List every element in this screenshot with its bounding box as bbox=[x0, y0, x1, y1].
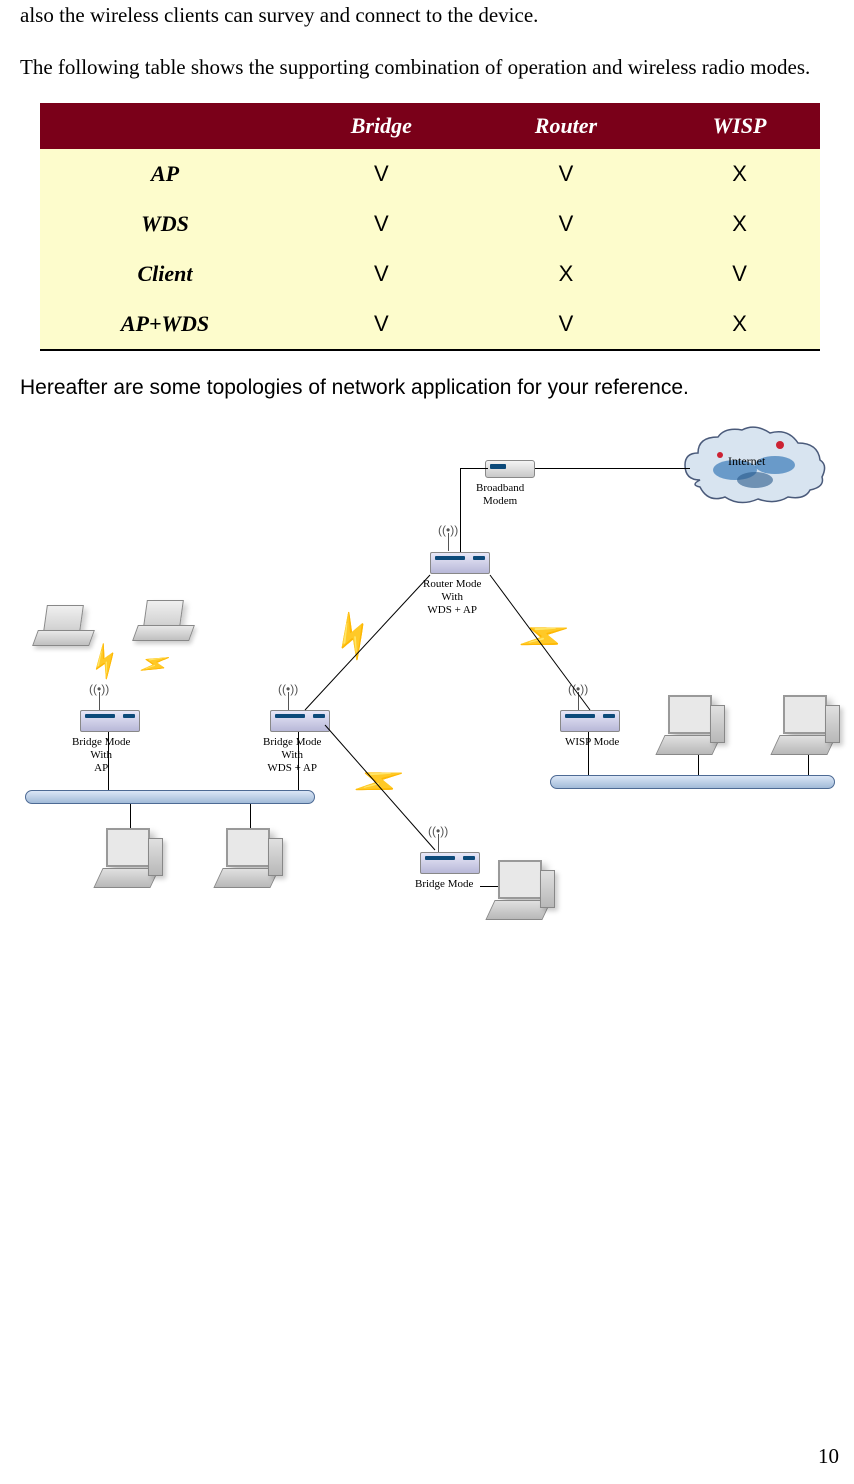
table-row: WDS V V X bbox=[40, 199, 820, 249]
wisp-mode-label: WISP Mode bbox=[565, 736, 619, 749]
cell: X bbox=[473, 249, 659, 299]
modem-icon bbox=[485, 460, 535, 478]
cell: X bbox=[659, 299, 820, 350]
connection-line bbox=[320, 720, 440, 860]
page-number: 10 bbox=[818, 1444, 839, 1469]
th-wisp: WISP bbox=[659, 103, 820, 149]
desktop-tower-icon bbox=[710, 705, 725, 743]
cell: V bbox=[473, 199, 659, 249]
intro-line-2: The following table shows the supporting… bbox=[20, 52, 834, 84]
cell: V bbox=[290, 249, 473, 299]
th-bridge: Bridge bbox=[290, 103, 473, 149]
cell: V bbox=[290, 299, 473, 350]
connection-line bbox=[298, 732, 299, 790]
desktop-tower-icon bbox=[825, 705, 840, 743]
cell: X bbox=[659, 149, 820, 199]
table-header-row: Bridge Router WISP bbox=[40, 103, 820, 149]
th-router: Router bbox=[473, 103, 659, 149]
connection-line bbox=[535, 468, 690, 469]
ethernet-bus-icon bbox=[25, 790, 315, 804]
cell: V bbox=[659, 249, 820, 299]
intro-line-1: also the wireless clients can survey and… bbox=[20, 0, 834, 32]
desktop-tower-icon bbox=[148, 838, 163, 876]
router-icon bbox=[80, 710, 140, 732]
table-row: AP+WDS V V X bbox=[40, 299, 820, 350]
wireless-bolt-icon: ⚡ bbox=[134, 644, 175, 685]
desktop-tower-icon bbox=[268, 838, 283, 876]
connection-line bbox=[485, 570, 595, 715]
row-label: AP+WDS bbox=[40, 299, 290, 350]
laptop-icon bbox=[35, 605, 90, 645]
connection-line bbox=[588, 732, 589, 775]
connection-line bbox=[300, 570, 435, 715]
cell: V bbox=[290, 199, 473, 249]
table-row: Client V X V bbox=[40, 249, 820, 299]
row-label: WDS bbox=[40, 199, 290, 249]
bridge-mode-label: Bridge Mode bbox=[415, 878, 473, 891]
bridge-ap-label: Bridge Mode With AP bbox=[72, 736, 130, 776]
cell: V bbox=[473, 149, 659, 199]
connection-line bbox=[108, 732, 109, 790]
topology-intro: Hereafter are some topologies of network… bbox=[20, 376, 834, 400]
bridge-wds-ap-label: Bridge Mode With WDS + AP bbox=[263, 736, 321, 776]
connection-line bbox=[689, 468, 690, 469]
connection-line bbox=[130, 804, 131, 829]
row-label: AP bbox=[40, 149, 290, 199]
table-row: AP V V X bbox=[40, 149, 820, 199]
cell: X bbox=[659, 199, 820, 249]
cell: V bbox=[290, 149, 473, 199]
desktop-tower-icon bbox=[540, 870, 555, 908]
network-topology-diagram: Internet Broadband Modem ((•)) Router Mo… bbox=[20, 420, 834, 980]
router-icon bbox=[430, 552, 490, 574]
router-icon bbox=[420, 852, 480, 874]
mode-support-table: Bridge Router WISP AP V V X WDS V V X Cl… bbox=[40, 103, 820, 351]
ethernet-bus-icon bbox=[550, 775, 835, 789]
modem-label: Broadband Modem bbox=[476, 482, 524, 508]
connection-line bbox=[460, 468, 461, 563]
connection-line bbox=[250, 804, 251, 829]
connection-line bbox=[460, 468, 488, 469]
internet-label: Internet bbox=[728, 454, 765, 468]
laptop-icon bbox=[135, 600, 190, 640]
cell: V bbox=[473, 299, 659, 350]
antenna-icon: ((•)) bbox=[438, 523, 458, 555]
row-label: Client bbox=[40, 249, 290, 299]
th-empty bbox=[40, 103, 290, 149]
